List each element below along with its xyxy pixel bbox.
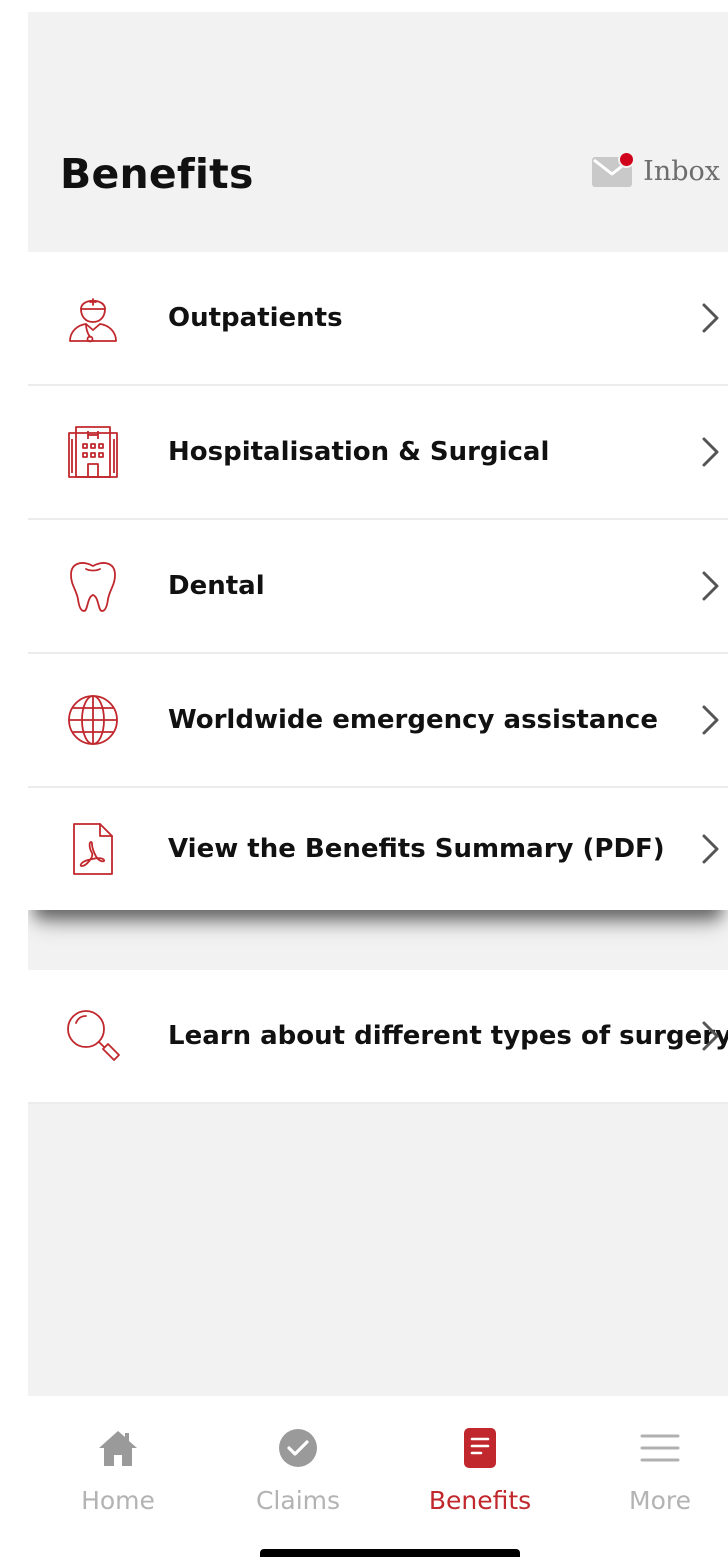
chevron-right-icon <box>700 1019 722 1053</box>
tab-label: Home <box>81 1486 155 1515</box>
menu-item-label: Learn about different types of surgery <box>168 1021 728 1051</box>
tooth-icon <box>64 557 122 615</box>
menu-item-hospitalisation[interactable]: Hospitalisation & Surgical <box>28 386 728 520</box>
globe-icon <box>64 691 122 749</box>
inbox-label: Inbox <box>643 155 720 187</box>
chevron-right-icon <box>700 832 722 866</box>
home-indicator <box>260 1549 520 1557</box>
chevron-right-icon <box>700 435 722 469</box>
chevron-right-icon <box>700 703 722 737</box>
menu-item-label: Worldwide emergency assistance <box>168 705 658 735</box>
benefits-screen: Benefits Inbox Outpatients Hospitalisati… <box>28 12 728 1557</box>
menu-item-label: Hospitalisation & Surgical <box>168 437 550 467</box>
chevron-right-icon <box>700 301 722 335</box>
tab-label: More <box>629 1486 691 1515</box>
home-icon <box>96 1426 140 1470</box>
menu-item-dental[interactable]: Dental <box>28 520 728 654</box>
menu-item-label: View the Benefits Summary (PDF) <box>168 834 665 864</box>
hospital-icon <box>64 423 122 481</box>
pdf-file-icon <box>64 820 122 878</box>
menu-item-benefits-summary-pdf[interactable]: View the Benefits Summary (PDF) <box>28 788 728 910</box>
check-circle-icon <box>276 1426 320 1470</box>
tab-label: Claims <box>255 1486 341 1515</box>
chevron-right-icon <box>700 569 722 603</box>
doctor-icon <box>64 289 122 347</box>
tab-benefits[interactable]: Benefits <box>390 1426 570 1536</box>
menu-item-label: Outpatients <box>168 303 343 333</box>
tab-more[interactable]: More <box>570 1426 728 1536</box>
magnifier-icon <box>64 1007 122 1065</box>
tab-home[interactable]: Home <box>28 1426 208 1536</box>
menu-item-label: Dental <box>168 571 265 601</box>
mail-icon <box>591 151 636 188</box>
benefits-icon <box>458 1426 502 1470</box>
tab-label: Benefits <box>428 1486 532 1515</box>
benefits-menu-card: Outpatients Hospitalisation & Surgical D… <box>28 252 728 910</box>
tab-claims[interactable]: Claims <box>208 1426 388 1536</box>
menu-item-worldwide-emergency[interactable]: Worldwide emergency assistance <box>28 654 728 788</box>
hamburger-menu-icon <box>638 1426 682 1470</box>
page-title: Benefits <box>60 150 254 198</box>
menu-item-outpatients[interactable]: Outpatients <box>28 252 728 386</box>
bottom-tab-bar: Home Claims Benefits More <box>28 1396 728 1557</box>
menu-item-surgery-types[interactable]: Learn about different types of surgery <box>28 970 728 1104</box>
inbox-button[interactable]: Inbox <box>591 151 720 188</box>
